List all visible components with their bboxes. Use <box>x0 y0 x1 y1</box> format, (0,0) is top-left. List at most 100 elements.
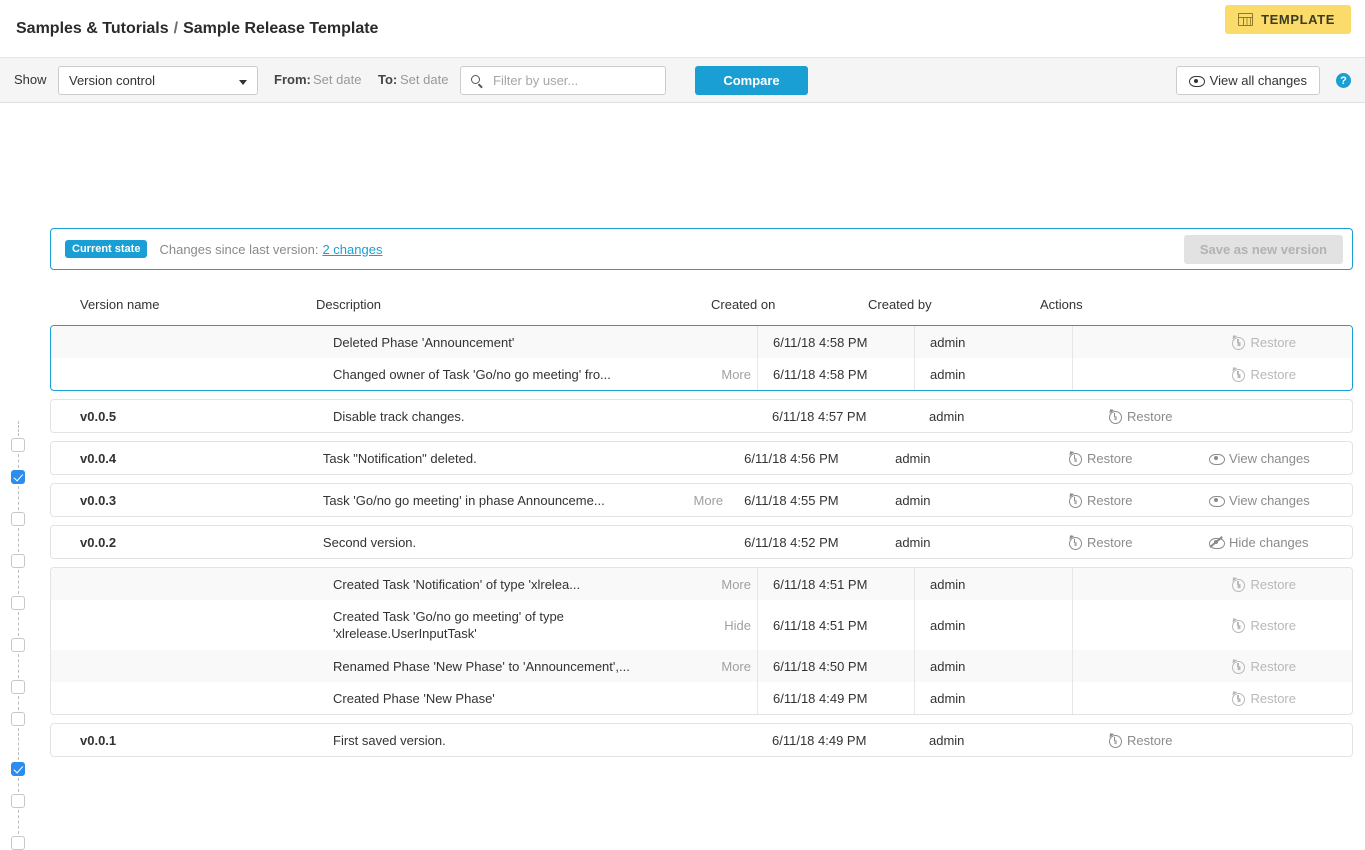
table-row[interactable]: v0.0.5 Disable track changes. 6/11/18 4:57… <box>51 400 1352 432</box>
restore-label: Restore <box>1087 450 1133 466</box>
compare-button[interactable]: Compare <box>695 66 808 95</box>
save-as-new-version-button[interactable]: Save as new version <box>1183 235 1343 264</box>
to-date-input[interactable]: Set date <box>400 72 448 87</box>
row-checkbox[interactable] <box>11 512 25 526</box>
more-details-link[interactable]: More <box>697 650 757 682</box>
view-changes-button[interactable]: View changes <box>1182 451 1352 466</box>
cell-actions: Restore <box>1072 568 1352 600</box>
cell-created-by: admin <box>929 408 965 424</box>
table-row[interactable]: Changed owner of Task 'Go/no go meeting'… <box>51 358 1352 390</box>
user-filter-box[interactable] <box>460 66 666 95</box>
row-checkbox[interactable] <box>11 762 25 776</box>
timeline-connector <box>17 454 19 468</box>
column-header-version-name: Version name <box>80 297 160 312</box>
timeline-connector <box>17 778 19 792</box>
cell-actions: Restore <box>1072 326 1352 358</box>
cell-description: Second version. <box>322 534 417 550</box>
breadcrumb: Samples & Tutorials / Sample Release Templ… <box>16 20 378 38</box>
cell-description: Created Task 'Go/no go meeting' of type … <box>333 609 564 641</box>
restore-label: Restore <box>1250 617 1296 633</box>
more-details-link[interactable]: More <box>697 568 757 600</box>
show-select[interactable]: Version control <box>58 66 258 95</box>
table-row[interactable]: v0.0.3 Task 'Go/no go meeting' in phase A… <box>51 484 1352 516</box>
restore-button[interactable]: Restore <box>1032 533 1182 550</box>
breadcrumb-parent[interactable]: Samples & Tutorials <box>16 20 169 37</box>
changes-link[interactable]: 2 changes <box>322 242 382 257</box>
view-all-changes-button[interactable]: View all changes <box>1175 66 1320 95</box>
restore-button[interactable]: Restore <box>1072 731 1222 748</box>
version-group: Created Task 'Notification' of type 'xlr… <box>50 567 1353 715</box>
details-link-empty <box>697 400 757 432</box>
template-badge: TEMPLATE <box>1225 5 1351 34</box>
banner-text: Changes since last version: <box>159 241 319 257</box>
timeline-connector <box>17 696 19 710</box>
cell-description: Renamed Phase 'New Phase' to 'Announceme… <box>333 658 630 674</box>
row-checkbox[interactable] <box>11 836 25 850</box>
row-checkbox[interactable] <box>11 470 25 484</box>
restore-label: Restore <box>1087 492 1133 508</box>
cell-created-by: admin <box>914 358 1072 390</box>
row-checkbox[interactable] <box>11 712 25 726</box>
more-details-link[interactable]: More <box>697 358 757 390</box>
from-date-input[interactable]: Set date <box>313 72 361 87</box>
table-row[interactable]: v0.0.2 Second version. 6/11/18 4:52 PM admi… <box>51 526 1352 558</box>
timeline-connector <box>17 570 19 594</box>
eye-icon <box>1188 76 1205 87</box>
eye-icon <box>1209 495 1226 507</box>
restore-button: Restore <box>1073 575 1352 592</box>
table-row[interactable]: v0.0.4 Task "Notification" deleted. 6/11/1… <box>51 442 1352 474</box>
status-badge: Current state <box>65 240 148 258</box>
restore-button[interactable]: Restore <box>1032 449 1182 466</box>
cell-version-name: v0.0.5 <box>80 408 117 424</box>
view-changes-button[interactable]: View changes <box>1182 493 1352 508</box>
cell-version-name <box>51 650 317 682</box>
row-checkbox[interactable] <box>11 794 25 808</box>
restore-button[interactable]: Restore <box>1032 491 1182 508</box>
cell-description: Created Phase 'New Phase' <box>333 690 495 706</box>
row-checkbox[interactable] <box>11 680 25 694</box>
cell-created-on: 6/11/18 4:58 PM <box>757 358 914 390</box>
table-row[interactable]: Created Phase 'New Phase' 6/11/18 4:49 PM… <box>51 682 1352 714</box>
row-checkbox[interactable] <box>11 438 25 452</box>
cell-description: Changed owner of Task 'Go/no go meeting'… <box>333 366 611 382</box>
more-details-link[interactable]: More <box>671 484 729 516</box>
cell-created-on: 6/11/18 4:57 PM <box>772 408 867 424</box>
cell-created-on: 6/11/18 4:51 PM <box>757 568 914 600</box>
cell-created-by: admin <box>914 568 1072 600</box>
hide-details-link[interactable]: Hide <box>697 600 757 650</box>
table-row[interactable]: Deleted Phase 'Announcement' 6/11/18 4:58… <box>51 326 1352 358</box>
cell-version-name: v0.0.1 <box>80 732 117 748</box>
table-icon <box>1238 13 1254 26</box>
timeline-connector <box>17 421 19 436</box>
restore-icon <box>1230 657 1246 674</box>
restore-icon <box>1230 616 1246 633</box>
cell-version-name: v0.0.3 <box>80 492 117 508</box>
restore-button[interactable]: Restore <box>1072 407 1222 424</box>
restore-icon <box>1230 333 1246 350</box>
cell-created-by: admin <box>895 534 931 550</box>
cell-description: Task 'Go/no go meeting' in phase Announc… <box>322 492 605 508</box>
cell-description: Task "Notification" deleted. <box>322 450 477 466</box>
table-row[interactable]: v0.0.1 First saved version. 6/11/18 4:49 P… <box>51 724 1352 756</box>
search-input[interactable] <box>491 72 656 89</box>
cell-actions: Restore <box>1072 400 1352 432</box>
row-checkbox[interactable] <box>11 554 25 568</box>
cell-description: Disable track changes. <box>333 408 465 424</box>
table-row[interactable]: Created Task 'Notification' of type 'xlr… <box>51 568 1352 600</box>
cell-version-name <box>51 326 317 358</box>
cell-created-by: admin <box>914 650 1072 682</box>
row-checkbox[interactable] <box>11 638 25 652</box>
version-group: v0.0.3 Task 'Go/no go meeting' in phase A… <box>50 483 1353 517</box>
row-checkbox[interactable] <box>11 596 25 610</box>
version-group: v0.0.2 Second version. 6/11/18 4:52 PM admi… <box>50 525 1353 559</box>
table-row[interactable]: Renamed Phase 'New Phase' to 'Announceme… <box>51 650 1352 682</box>
restore-label: Restore <box>1127 408 1173 424</box>
cell-created-by: admin <box>914 600 1072 650</box>
table-row[interactable]: Created Task 'Go/no go meeting' of type … <box>51 600 1352 650</box>
help-icon[interactable]: ? <box>1336 73 1351 88</box>
restore-button: Restore <box>1073 689 1352 706</box>
restore-label: Restore <box>1250 334 1296 350</box>
template-badge-label: TEMPLATE <box>1261 12 1335 27</box>
hide-changes-button[interactable]: Hide changes <box>1182 535 1352 550</box>
from-label: From: <box>274 72 311 87</box>
